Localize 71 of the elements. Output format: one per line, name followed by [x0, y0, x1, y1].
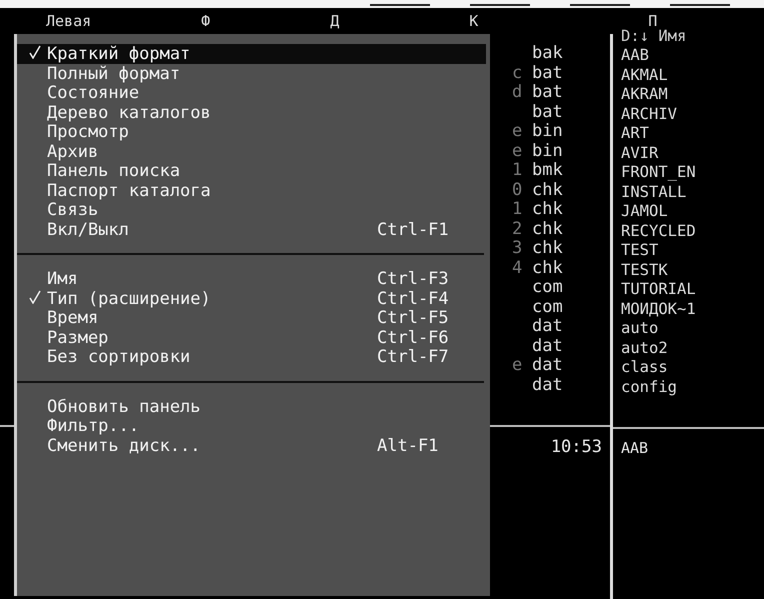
file-extension[interactable]: chk [532, 200, 582, 220]
file-extension[interactable]: dat [532, 376, 582, 395]
file-name[interactable]: config [621, 378, 764, 397]
file-name[interactable]: TESTK [621, 260, 764, 280]
menu-bar-item[interactable]: Левая [46, 12, 92, 30]
file-time: 10:53 [550, 437, 602, 457]
file-extension[interactable]: chk [532, 220, 582, 239]
menu-item[interactable]: Сменить диск... Alt-F1 [17, 436, 486, 455]
file-name[interactable]: AKMAL [621, 66, 764, 85]
file-extension[interactable]: bin [532, 142, 582, 161]
file-name[interactable]: AAB [621, 46, 764, 66]
menu-bar-item[interactable]: К [469, 12, 478, 30]
menu-item[interactable]: Время Ctrl-F5 [17, 308, 486, 328]
file-extension[interactable]: chk [532, 180, 582, 200]
file-extension[interactable]: bat [532, 102, 582, 122]
file-extension[interactable]: com [532, 298, 582, 317]
file-name[interactable]: МОИДОК~1 [621, 300, 764, 319]
menu-item[interactable]: Краткий формат [17, 44, 486, 64]
file-extension[interactable]: com [532, 278, 582, 298]
file-name[interactable]: INSTALL [621, 182, 764, 202]
file-extension[interactable]: dat [532, 317, 582, 336]
menu-item[interactable]: Размер Ctrl-F6 [17, 328, 486, 347]
file-name-fragment: c [512, 64, 524, 83]
file-name-fragment: e [512, 122, 524, 142]
file-extension[interactable]: chk [532, 239, 582, 258]
menu-item[interactable]: Обновить панель [17, 396, 486, 416]
menu-item[interactable]: Паспорт каталога [17, 180, 486, 200]
file-name[interactable]: auto2 [621, 338, 764, 358]
menu-item[interactable]: Без сортировки Ctrl-F7 [17, 347, 486, 366]
menu-item[interactable]: Просмотр [17, 122, 486, 142]
menu-item[interactable]: Вкл/Выкл Ctrl-F1 [17, 220, 486, 239]
file-name[interactable]: auto [621, 319, 764, 338]
file-name[interactable]: TUTORIAL [621, 280, 764, 300]
menu-item[interactable]: Связь [17, 200, 486, 220]
menu-item[interactable]: Тип (расширение) Ctrl-F4 [17, 288, 486, 308]
file-name[interactable]: class [621, 358, 764, 378]
file-extension[interactable]: chk [532, 258, 582, 278]
file-extension[interactable]: dat [532, 356, 582, 376]
file-extension[interactable]: dat [532, 336, 582, 356]
file-name-fragment: d [512, 83, 524, 102]
file-name[interactable]: ART [621, 124, 764, 144]
file-name[interactable]: JAMOL [621, 202, 764, 222]
file-extension[interactable]: bat [532, 64, 582, 83]
file-extension[interactable]: bat [532, 83, 582, 102]
file-name[interactable]: TEST [621, 241, 764, 260]
file-name[interactable]: FRONT_EN [621, 163, 764, 182]
file-name-fragment: e [512, 356, 524, 376]
file-name-fragment: 0 [512, 180, 524, 200]
file-name-fragment: 4 [512, 258, 524, 278]
file-name-fragment: 1 [512, 161, 524, 180]
file-name-fragment: 1 [512, 200, 524, 220]
menu-bar-item[interactable]: Д [330, 12, 340, 30]
menu-bar-item[interactable]: Ф [201, 12, 210, 30]
file-name[interactable]: RECYCLED [621, 222, 764, 241]
menu-item[interactable]: Состояние [17, 83, 486, 102]
file-extension[interactable]: bak [532, 44, 582, 64]
file-name-fragment: 2 [512, 220, 524, 239]
menu-item[interactable]: Архив [17, 142, 486, 161]
menu-item[interactable]: Панель поиска [17, 161, 486, 180]
file-name[interactable]: ARCHIV [621, 104, 764, 124]
menu-item[interactable]: Полный формат [17, 64, 486, 83]
menu-item[interactable]: Фильтр... [17, 416, 486, 436]
file-extension[interactable]: bmk [532, 161, 582, 180]
file-name[interactable]: AVIR [621, 144, 764, 163]
selected-file-name: AAB [621, 439, 648, 457]
file-name[interactable]: AKRAM [621, 85, 764, 104]
file-name-fragment: 3 [512, 239, 524, 258]
file-name-fragment: e [512, 142, 524, 161]
file-extension[interactable]: bin [532, 122, 582, 142]
menu-item[interactable]: Имя Ctrl-F3 [17, 269, 486, 288]
menu-item[interactable]: Дерево каталогов [17, 102, 486, 122]
